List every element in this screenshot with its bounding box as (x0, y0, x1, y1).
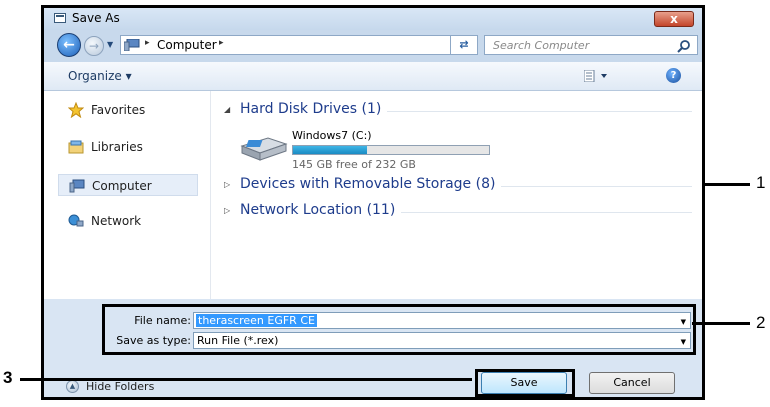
file-name-input[interactable]: therascreen EGFR CE ▼ (193, 312, 691, 329)
browser-body: Favorites Libraries Computer Network ◢ H… (44, 91, 702, 299)
drive-usage-fill (293, 146, 367, 154)
dialog-title: Save As (72, 11, 120, 25)
group-removable-storage[interactable]: ▷ Devices with Removable Storage (8) (222, 176, 692, 196)
hide-folders-label[interactable]: Hide Folders (86, 380, 154, 393)
breadcrumb-computer[interactable]: Computer (157, 38, 217, 52)
callout-number-2: 2 (756, 313, 766, 332)
group-label: Network Location (11) (240, 202, 402, 218)
save-type-value: Run File (*.rex) (197, 334, 279, 347)
help-icon[interactable]: ? (666, 68, 681, 83)
star-icon (68, 102, 84, 118)
nav-item-computer[interactable]: Computer (58, 174, 198, 196)
command-bar: Organize ▾ ? (44, 62, 702, 91)
recent-pages-dropdown-icon[interactable]: ▼ (107, 40, 113, 49)
callout-line-3 (20, 378, 472, 381)
window-icon (54, 13, 66, 23)
nav-item-libraries[interactable]: Libraries (58, 136, 198, 158)
nav-item-label: Favorites (91, 103, 146, 117)
nav-item-favorites[interactable]: Favorites (58, 99, 198, 121)
close-button[interactable]: x (654, 11, 694, 27)
search-input[interactable]: Search Computer (493, 39, 589, 52)
drive-free-space: 145 GB free of 232 GB (292, 158, 416, 171)
collapse-up-icon[interactable]: ▲ (66, 380, 79, 393)
breadcrumb-separator-icon[interactable]: ▸ (145, 38, 150, 48)
address-bar[interactable]: ▸ Computer ▸ ▼ (120, 35, 478, 55)
nav-item-label: Computer (92, 179, 152, 193)
drive-usage-bar (292, 145, 490, 155)
save-panel: File name: therascreen EGFR CE ▼ Save as… (44, 299, 702, 397)
cancel-button[interactable]: Cancel (589, 372, 675, 394)
search-box[interactable]: Search Computer (484, 35, 698, 55)
search-icon[interactable] (677, 39, 691, 53)
hard-drive-icon[interactable] (238, 136, 290, 162)
libraries-icon (68, 140, 84, 154)
file-name-dropdown-icon[interactable]: ▼ (681, 318, 686, 326)
breadcrumb-separator-icon[interactable]: ▸ (219, 38, 224, 48)
save-type-select[interactable]: Run File (*.rex) ▼ (193, 332, 691, 349)
organize-button[interactable]: Organize ▾ (68, 69, 132, 83)
group-network-location[interactable]: ▷ Network Location (11) (222, 202, 692, 222)
back-button[interactable]: ← (57, 33, 81, 57)
address-row: ← → ▼ ▸ Computer ▸ ▼ ⇄ Search Computer (44, 30, 702, 60)
expand-arrow-icon[interactable]: ▷ (224, 180, 230, 189)
collapse-arrow-icon[interactable]: ◢ (224, 105, 230, 114)
save-button[interactable]: Save (481, 372, 567, 394)
file-name-label: File name: (134, 314, 191, 327)
callout-line-1 (705, 183, 750, 186)
callout-number-3: 3 (3, 368, 13, 387)
navigation-pane: Favorites Libraries Computer Network (44, 91, 211, 299)
change-view-icon[interactable] (584, 70, 610, 82)
group-hard-disk-drives[interactable]: ◢ Hard Disk Drives (1) (222, 101, 692, 121)
drive-name[interactable]: Windows7 (C:) (292, 129, 372, 142)
save-as-dialog: Save As x ← → ▼ ▸ Computer ▸ ▼ ⇄ Search … (41, 5, 705, 400)
group-label: Devices with Removable Storage (8) (240, 176, 502, 192)
expand-arrow-icon[interactable]: ▷ (224, 206, 230, 215)
forward-button[interactable]: → (84, 36, 104, 56)
content-pane: ◢ Hard Disk Drives (1) Windows7 (C:) 145… (214, 91, 702, 299)
computer-icon (69, 179, 85, 193)
nav-item-label: Network (91, 214, 142, 228)
refresh-button[interactable]: ⇄ (450, 35, 478, 55)
file-fields-outline: File name: therascreen EGFR CE ▼ Save as… (102, 304, 696, 355)
save-type-dropdown-icon[interactable]: ▼ (681, 338, 686, 346)
group-label: Hard Disk Drives (1) (240, 101, 388, 117)
nav-item-label: Libraries (91, 140, 143, 154)
callout-number-1: 1 (756, 173, 766, 192)
callout-line-2 (692, 322, 750, 325)
save-type-label: Save as type: (116, 334, 191, 347)
computer-icon (124, 39, 140, 51)
nav-item-network[interactable]: Network (58, 210, 198, 232)
file-name-value[interactable]: therascreen EGFR CE (196, 314, 317, 327)
title-bar: Save As x (44, 8, 702, 30)
network-icon (68, 214, 84, 227)
